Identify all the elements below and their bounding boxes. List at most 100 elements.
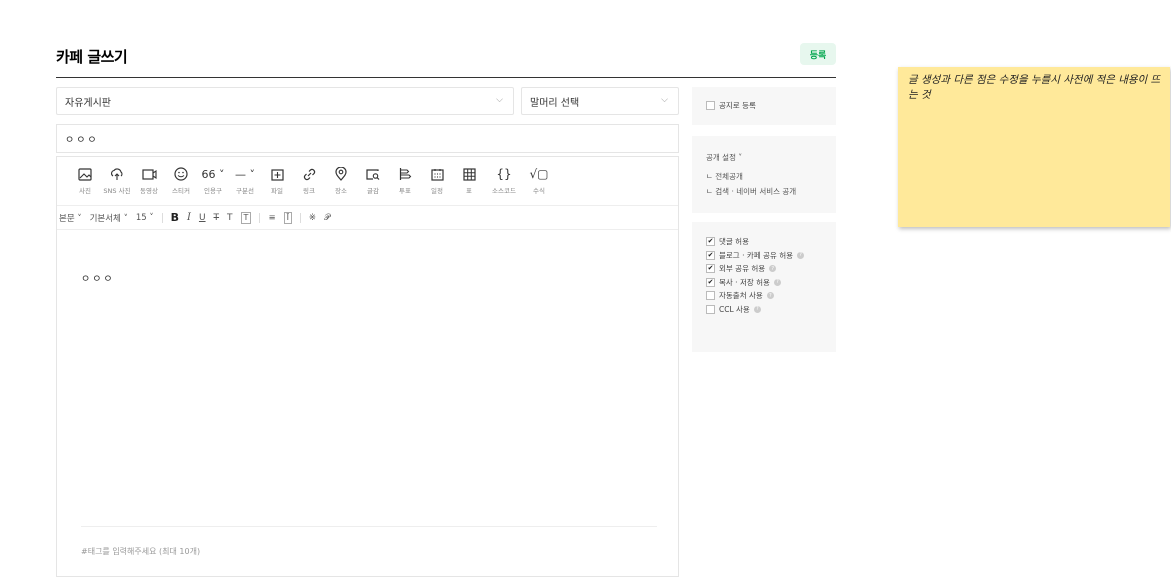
tool-sns-photo[interactable]: SNS 사진 — [103, 165, 131, 195]
option-label: CCL 사용 — [719, 304, 750, 314]
strikethrough-button[interactable]: T — [214, 213, 220, 223]
submit-button[interactable]: 등록 — [800, 43, 836, 65]
tool-label: 글감 — [367, 187, 379, 195]
chevron-down-icon: ⌵ — [496, 95, 503, 105]
tool-label: 수식 — [533, 187, 545, 195]
board-select[interactable]: 자유게시판 ⌵ — [56, 87, 514, 115]
draw-icon — [366, 165, 380, 183]
code-icon: {} — [496, 167, 512, 181]
prefix-select[interactable]: 말머리 선택 ⌵ — [521, 87, 679, 115]
italic-button[interactable]: I — [187, 212, 191, 223]
visibility-toggle[interactable]: 공개 설정 ˅ — [706, 152, 836, 163]
page-title: 카페 글쓰기 — [56, 48, 128, 66]
quote-icon: 66 ˅ — [201, 167, 225, 181]
option-label: 외부 공유 허용 — [719, 264, 766, 274]
sticker-icon — [174, 165, 188, 183]
notice-panel: 공지로 등록 — [692, 87, 836, 125]
font-size-select[interactable]: 15 ˅ — [136, 213, 154, 223]
paragraph-style-select[interactable]: 본문 ˅ — [59, 212, 82, 224]
visibility-panel: 공개 설정 ˅ ㄴ 전체공개 ㄴ 검색 · 네이버 서비스 공개 — [692, 136, 836, 213]
option-label: 복사 · 저장 허용 — [719, 277, 770, 287]
background-color-button[interactable]: T — [240, 211, 252, 224]
tool-schedule[interactable]: 일정 — [423, 165, 451, 195]
check-icon: ✔ — [706, 237, 715, 247]
tool-label: SNS 사진 — [103, 187, 131, 195]
prefix-select-value: 말머리 선택 — [530, 97, 580, 109]
format-separator — [299, 212, 301, 223]
option-auto-source[interactable]: 자동출처 사용 ? — [706, 289, 836, 303]
tag-divider — [81, 526, 657, 527]
checkbox-box — [706, 291, 715, 301]
place-icon — [335, 165, 347, 183]
tool-label: 일정 — [431, 187, 443, 195]
text-color-button[interactable]: T — [227, 213, 233, 223]
help-icon[interactable]: ? — [769, 265, 777, 273]
special-char-button[interactable]: ※ — [309, 213, 316, 223]
tool-photo[interactable]: 사진 — [71, 165, 99, 195]
help-icon[interactable]: ? — [766, 292, 774, 300]
underline-button[interactable]: U — [199, 213, 206, 223]
visibility-public: ㄴ 전체공개 — [706, 172, 743, 181]
options-panel: ✔ 댓글 허용 ✔ 블로그 · 카페 공유 허용 ? ✔ 외부 공유 허용 ? … — [692, 222, 836, 352]
checkbox-box — [706, 304, 715, 314]
option-blog-cafe-share[interactable]: ✔ 블로그 · 카페 공유 허용 ? — [706, 249, 836, 263]
tool-sticker[interactable]: 스티커 — [167, 165, 195, 195]
checkbox-box — [706, 101, 715, 111]
poll-icon — [399, 165, 412, 183]
link-format-button[interactable]: 𝒫 — [324, 213, 330, 223]
sticky-note: 글 생성과 다른 점은 수정을 누를시 사전에 적은 내용이 뜨는 것 — [898, 67, 1170, 227]
editor-body[interactable]: ㅇㅇㅇ — [81, 270, 115, 285]
tool-label: 링크 — [303, 187, 315, 195]
option-ccl[interactable]: CCL 사용 ? — [706, 303, 836, 317]
tool-label: 파일 — [271, 187, 283, 195]
formula-icon: √▢ — [529, 167, 549, 181]
tool-place[interactable]: 장소 — [327, 165, 355, 195]
tool-formula[interactable]: √▢ 수식 — [525, 165, 553, 195]
tag-input[interactable]: #태그를 입력해주세요 (최대 10개) — [81, 546, 200, 557]
tool-label: 동영상 — [140, 187, 158, 195]
divider-icon: — ˅ — [235, 167, 255, 181]
tool-label: 인용구 — [204, 187, 222, 195]
line-height-button[interactable]: Ī — [283, 211, 292, 224]
tool-label: 장소 — [335, 187, 347, 195]
option-external-share[interactable]: ✔ 외부 공유 허용 ? — [706, 262, 836, 276]
tool-divider[interactable]: — ˅ 구분선 — [231, 165, 259, 196]
bold-button[interactable]: B — [171, 211, 179, 224]
tool-video[interactable]: 동영상 — [135, 165, 163, 195]
option-label: 자동출처 사용 — [719, 291, 763, 301]
tool-quote[interactable]: 66 ˅ 인용구 — [199, 165, 227, 196]
align-button[interactable]: ≡ — [268, 213, 275, 223]
photo-icon — [78, 165, 92, 183]
tool-poll[interactable]: 투표 — [391, 165, 419, 195]
check-icon: ✔ — [706, 264, 715, 274]
chevron-down-icon: ⌵ — [661, 95, 668, 105]
notice-label: 공지로 등록 — [719, 101, 756, 111]
tool-label: 표 — [466, 187, 472, 195]
check-icon: ✔ — [706, 250, 715, 260]
format-separator — [161, 212, 163, 223]
tool-code[interactable]: {} 소스코드 — [487, 165, 521, 195]
notice-checkbox[interactable]: 공지로 등록 — [706, 99, 836, 113]
sns-photo-icon — [110, 165, 124, 183]
option-copy-save[interactable]: ✔ 복사 · 저장 허용 ? — [706, 276, 836, 290]
editor: 사진 SNS 사진 동영상 스티커 66 ˅ 인용구 — ˅ 구분선 파일 링크… — [56, 156, 679, 577]
tool-link[interactable]: 링크 — [295, 165, 323, 195]
schedule-icon — [430, 165, 444, 183]
post-title-input[interactable]: ㅇㅇㅇ — [56, 124, 679, 153]
title-divider — [56, 77, 836, 78]
editor-toolbar: 사진 SNS 사진 동영상 스티커 66 ˅ 인용구 — ˅ 구분선 파일 링크… — [57, 157, 678, 206]
option-comments[interactable]: ✔ 댓글 허용 — [706, 235, 836, 249]
link-icon — [303, 165, 316, 183]
option-label: 블로그 · 카페 공유 허용 — [719, 250, 794, 260]
font-family-select[interactable]: 기본서체 ˅ — [90, 212, 128, 224]
tool-file[interactable]: 파일 — [263, 165, 291, 195]
visibility-search: ㄴ 검색 · 네이버 서비스 공개 — [706, 187, 797, 196]
help-icon[interactable]: ? — [753, 305, 761, 313]
tool-table[interactable]: 표 — [455, 165, 483, 195]
format-separator — [259, 212, 261, 223]
tool-draw[interactable]: 글감 — [359, 165, 387, 195]
help-icon[interactable]: ? — [773, 278, 781, 286]
video-icon — [141, 165, 157, 183]
tool-label: 스티커 — [172, 187, 190, 195]
help-icon[interactable]: ? — [797, 251, 805, 259]
